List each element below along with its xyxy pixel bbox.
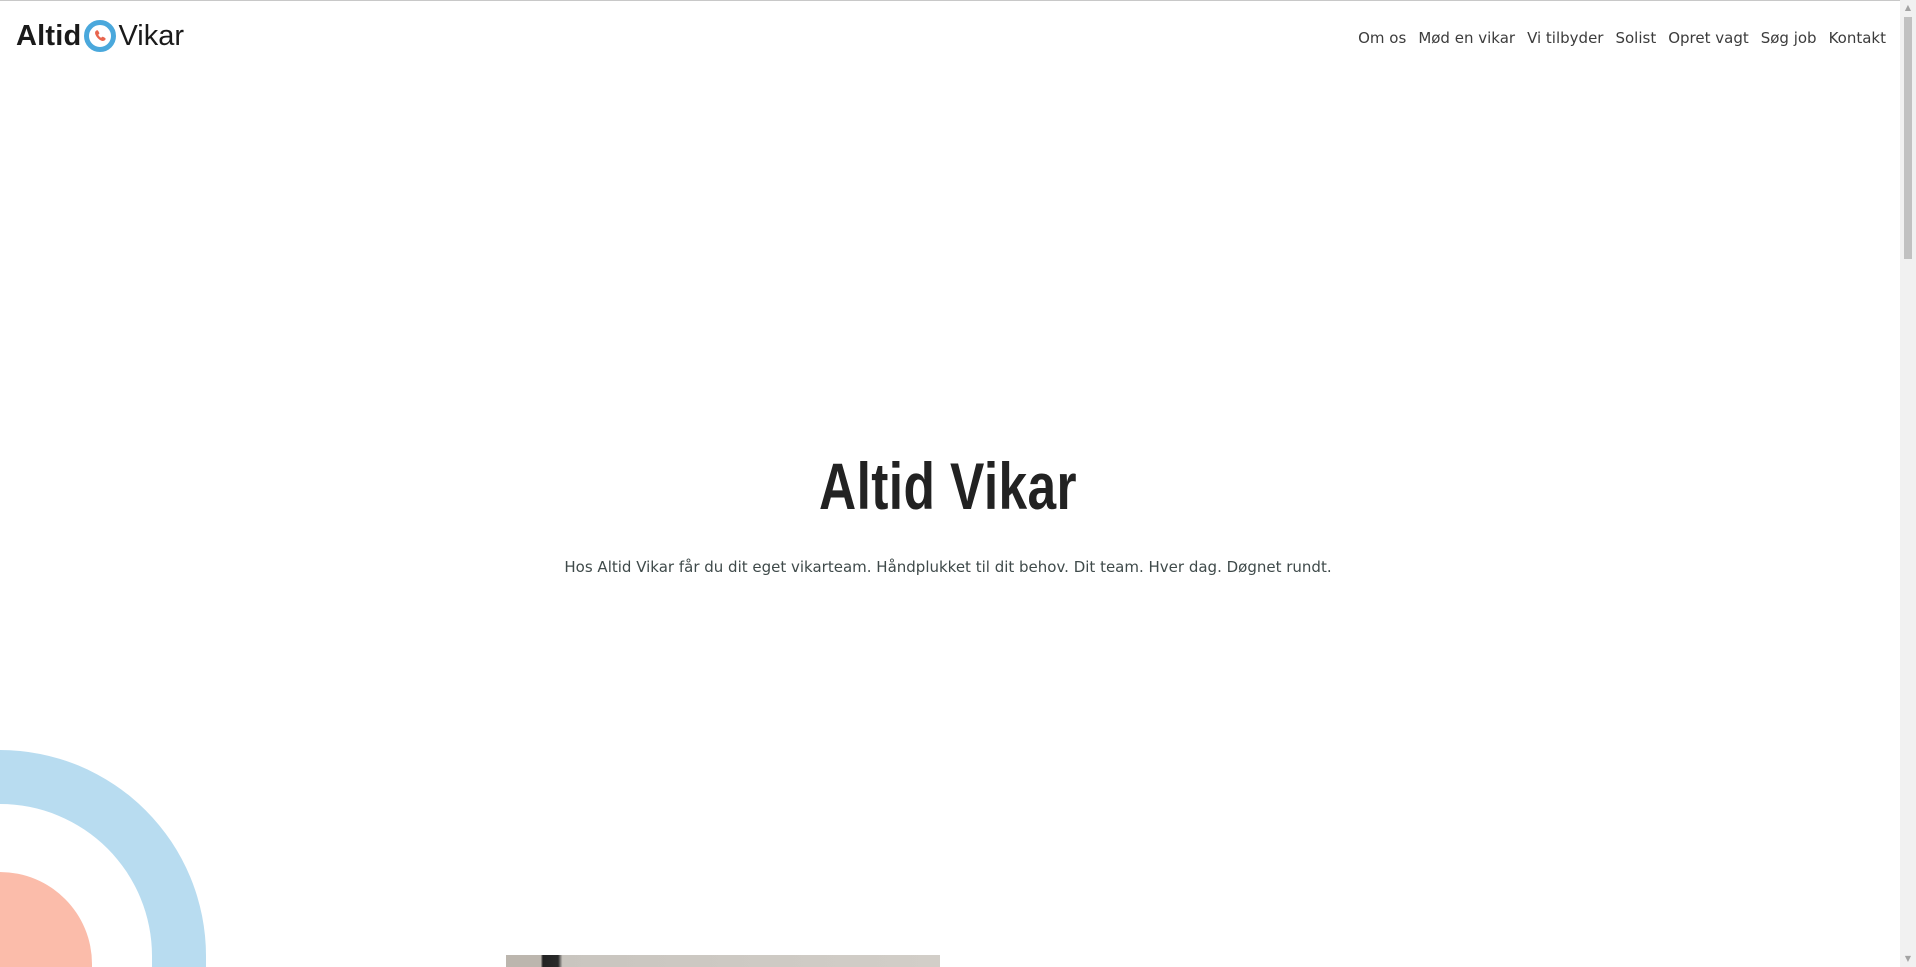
nav-item-moed-en-vikar[interactable]: Mød en vikar	[1412, 25, 1521, 51]
hero-title: Altid Vikar	[819, 449, 1077, 523]
site-logo[interactable]: Altid Vikar	[16, 18, 184, 54]
logo-word-vikar: Vikar	[118, 19, 184, 52]
hero-photo	[506, 955, 940, 967]
scroll-up-arrow-icon[interactable]: ▲	[1900, 0, 1916, 16]
nav-item-kontakt[interactable]: Kontakt	[1823, 25, 1892, 51]
nav-item-soeg-job[interactable]: Søg job	[1755, 25, 1823, 51]
nav-item-solist[interactable]: Solist	[1609, 25, 1662, 51]
decorative-arcs	[0, 750, 206, 967]
top-border	[0, 0, 1916, 1]
phone-in-circle-icon	[84, 20, 117, 52]
nav-item-opret-vagt[interactable]: Opret vagt	[1662, 25, 1755, 51]
scroll-down-arrow-icon[interactable]: ▼	[1900, 951, 1916, 967]
scroll-thumb[interactable]	[1904, 17, 1912, 259]
main-nav: Om os Mød en vikar Vi tilbyder Solist Op…	[1352, 25, 1892, 51]
logo-word-altid: Altid	[16, 19, 82, 52]
nav-item-vi-tilbyder[interactable]: Vi tilbyder	[1521, 25, 1609, 51]
hero-subtitle: Hos Altid Vikar får du dit eget vikartea…	[564, 558, 1332, 576]
nav-item-om-os[interactable]: Om os	[1352, 25, 1412, 51]
page-scrollbar[interactable]: ▲ ▼	[1900, 0, 1916, 967]
